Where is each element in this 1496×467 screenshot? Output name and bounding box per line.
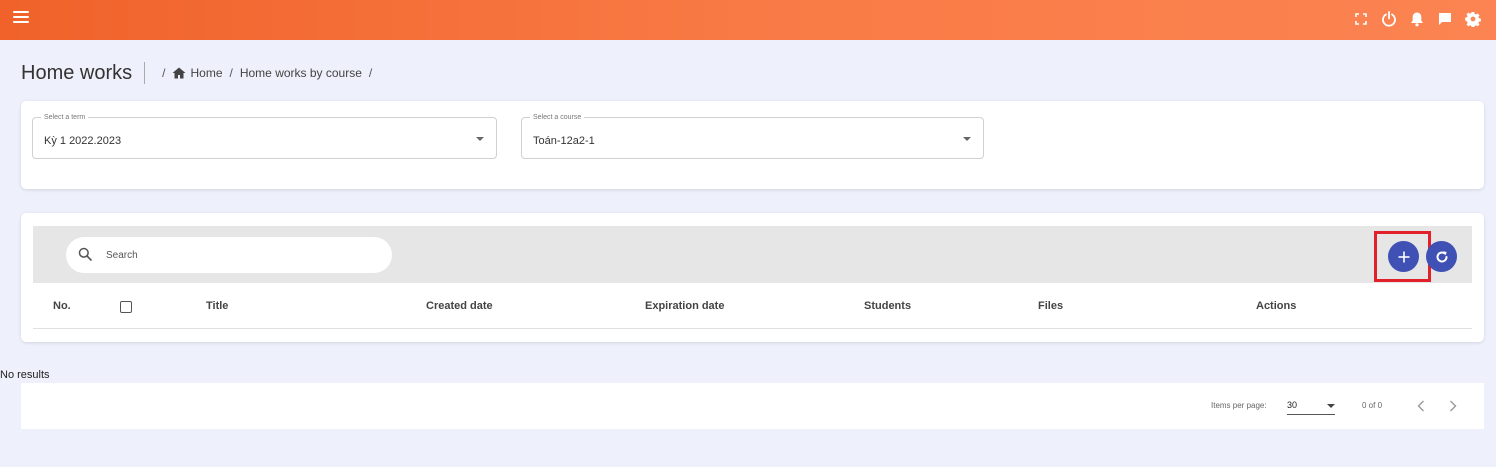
column-header-title[interactable]: Title [206, 300, 228, 312]
breadcrumb-home[interactable]: Home [172, 66, 223, 80]
search-icon [78, 247, 92, 261]
table-toolbar [33, 226, 1472, 283]
menu-icon[interactable] [13, 11, 29, 25]
items-per-page-label: Items per page: [1211, 401, 1267, 410]
filters-card: Select a term Kỳ 1 2022.2023 Select a co… [21, 101, 1484, 189]
top-navbar [0, 0, 1496, 40]
add-homework-button[interactable] [1388, 241, 1419, 272]
breadcrumb: / Home / Home works by course / [155, 66, 379, 80]
page-size-value: 30 [1287, 400, 1298, 410]
next-page-button[interactable] [1445, 397, 1461, 415]
chevron-left-icon [1417, 400, 1424, 412]
breadcrumb-current[interactable]: Home works by course [240, 66, 362, 80]
column-header-no[interactable]: No. [53, 300, 71, 312]
bell-icon[interactable] [1404, 8, 1430, 30]
page-size-select[interactable]: 30 [1287, 397, 1335, 415]
caret-down-icon [1327, 404, 1335, 408]
top-actions [1346, 8, 1486, 30]
empty-state-text: No results [0, 369, 50, 381]
course-select-value: Toán-12a2-1 [533, 135, 595, 147]
course-select-label: Select a course [530, 113, 585, 122]
plus-icon [1398, 251, 1409, 262]
course-select[interactable]: Select a course Toán-12a2-1 [521, 113, 984, 159]
page-range-label: 0 of 0 [1362, 401, 1383, 410]
refresh-icon [1436, 250, 1448, 263]
page-header: Home works / Home / Home works by course… [21, 60, 379, 86]
chevron-right-icon [1450, 400, 1457, 412]
column-header-expiration-date[interactable]: Expiration date [645, 300, 724, 312]
column-header-students[interactable]: Students [864, 300, 911, 312]
search-box[interactable] [66, 237, 392, 273]
caret-down-icon [476, 137, 484, 141]
power-icon[interactable] [1376, 8, 1402, 30]
title-divider [144, 62, 146, 84]
chat-icon[interactable] [1432, 8, 1458, 30]
search-input[interactable] [106, 246, 376, 264]
column-header-actions: Actions [1256, 300, 1297, 312]
caret-down-icon [963, 137, 971, 141]
breadcrumb-home-label: Home [190, 66, 223, 80]
gear-icon[interactable] [1460, 8, 1486, 30]
select-all-checkbox[interactable] [120, 301, 132, 313]
term-select-label: Select a term [41, 113, 89, 122]
home-icon [172, 67, 186, 79]
fullscreen-icon[interactable] [1348, 8, 1374, 30]
table-header: No. Title Created date Expiration date S… [33, 283, 1472, 329]
paginator: Items per page: 30 0 of 0 [21, 383, 1484, 429]
term-select-value: Kỳ 1 2022.2023 [44, 135, 122, 147]
column-header-created-date[interactable]: Created date [426, 300, 493, 312]
term-select[interactable]: Select a term Kỳ 1 2022.2023 [32, 113, 497, 159]
column-header-files[interactable]: Files [1038, 300, 1063, 312]
breadcrumb-separator: / [162, 66, 166, 80]
breadcrumb-separator: / [229, 66, 233, 80]
refresh-button[interactable] [1426, 241, 1457, 272]
previous-page-button[interactable] [1413, 397, 1429, 415]
homework-table-card: No. Title Created date Expiration date S… [21, 213, 1484, 342]
page-title: Home works [21, 61, 133, 84]
breadcrumb-separator: / [368, 66, 373, 80]
